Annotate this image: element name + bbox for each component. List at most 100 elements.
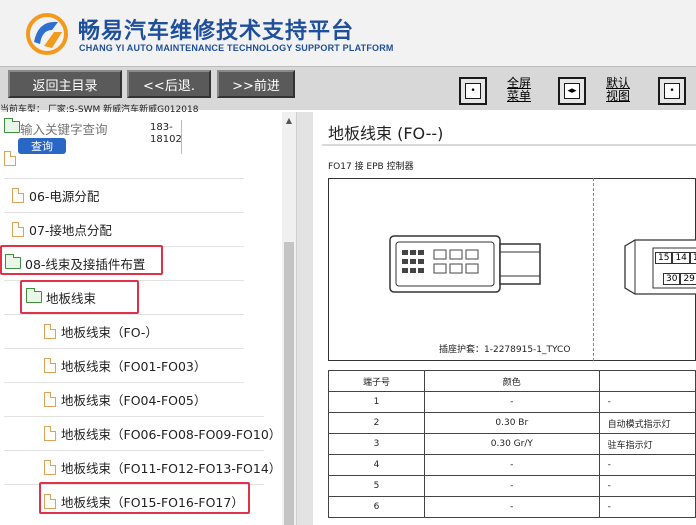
file-icon (44, 425, 56, 441)
table-cell: 2 (328, 412, 425, 434)
table-cell: 4 (328, 454, 425, 476)
file-icon (4, 150, 16, 166)
pin-number-row-bottom: 30 29 (663, 272, 696, 286)
tree-item-fo04-fo05[interactable]: 地板线束（FO04-FO05） (44, 384, 206, 414)
table-cell: 驻车指示灯 (598, 433, 696, 455)
file-icon (44, 357, 56, 373)
dot-icon: • (664, 83, 680, 99)
divider (4, 450, 264, 451)
search-code-line-2: 18102 (150, 134, 182, 145)
pin-number-row-top: 151413 (655, 251, 696, 265)
table-cell: - (423, 391, 600, 413)
search-code-line-1: 183- (150, 122, 173, 133)
highlight-box (0, 245, 163, 275)
expand-panel-button[interactable]: • (658, 77, 686, 105)
tree-item-ground-distribution[interactable]: 07-接地点分配 (12, 214, 112, 244)
header-banner: 畅易汽车维修技术支持平台 CHANG YI AUTO MAINTENANCE T… (0, 0, 696, 66)
tree-item-label: 07-接地点分配 (29, 222, 112, 238)
table-cell: 自动模式指示灯 (598, 412, 696, 434)
scroll-up-icon[interactable]: ▲ (283, 114, 295, 126)
divider (322, 144, 696, 146)
pin-number: 15 (655, 252, 673, 264)
tree-item-label: 地板线束（FO-） (61, 324, 158, 340)
fullscreen-menu-link[interactable]: 全屏 菜单 (507, 77, 531, 103)
tree-item-fo01-fo03[interactable]: 地板线束（FO01-FO03） (44, 350, 206, 380)
highlight-box (39, 482, 250, 514)
divider (4, 416, 264, 417)
pin-table: 端子号 颜色 1 - - 2 0.30 Br 自动模式指示灯 3 0.30 Gr… (328, 370, 696, 518)
table-row: 2 0.30 Br 自动模式指示灯 (328, 412, 696, 434)
connector-front-drawing (624, 239, 696, 295)
tree-item-label: 06-电源分配 (29, 188, 100, 204)
table-row: 1 - - (328, 391, 696, 413)
document-title: 地板线束 (FO--) (328, 124, 444, 143)
tree-item-label: 地板线束（FO06-FO08-FO09-FO10） (61, 426, 282, 442)
pin-number: 30 (663, 273, 681, 285)
table-cell: - (423, 454, 600, 476)
table-cell: - (598, 391, 696, 413)
tree-item-fo06-fo10[interactable]: 地板线束（FO06-FO08-FO09-FO10） (44, 418, 281, 448)
pin-number: 13 (689, 252, 696, 264)
file-icon (44, 323, 56, 339)
tree-item-label: 地板线束（FO11-FO12-FO13-FO14） (61, 460, 282, 476)
pin-number: 14 (672, 252, 690, 264)
split-arrows-icon: ◂▸ (564, 83, 580, 99)
brand-logo-icon (26, 13, 68, 55)
divider (593, 178, 594, 361)
folder-icon (4, 118, 20, 135)
table-row: 4 - - (328, 454, 696, 476)
file-icon (44, 391, 56, 407)
pin-number: 29 (680, 273, 696, 285)
table-cell: 6 (328, 496, 425, 518)
scroll-thumb[interactable] (284, 242, 294, 525)
table-cell: 0.30 Gr/Y (423, 433, 600, 455)
default-view-link[interactable]: 默认 视图 (606, 77, 630, 103)
tree-item-fo11-fo14[interactable]: 地板线束（FO11-FO12-FO13-FO14） (44, 452, 281, 482)
tree-item-label: 地板线束（FO01-FO03） (61, 358, 207, 374)
divider (4, 348, 244, 349)
connector-drawing (389, 235, 541, 293)
directory-scrollbar[interactable]: ▲ (282, 112, 296, 525)
table-row: 3 0.30 Gr/Y 驻车指示灯 (328, 433, 696, 455)
divider (4, 178, 244, 179)
file-icon (12, 221, 24, 237)
table-cell: 5 (328, 475, 425, 497)
divider (4, 382, 244, 383)
back-home-button[interactable]: 返回主目录 (8, 70, 122, 98)
table-cell: - (598, 475, 696, 497)
search-code: 183- 18102 (150, 122, 182, 146)
table-cell: 0.30 Br (423, 412, 600, 434)
tree-item-label: 地板线束（FO04-FO05） (61, 392, 207, 408)
table-row: 6 - - (328, 496, 696, 518)
panel-splitter[interactable] (296, 112, 313, 525)
column-header: 端子号 (328, 370, 425, 392)
split-view-button[interactable]: ◂▸ (558, 77, 586, 105)
back-button[interactable]: <<后退. (127, 70, 211, 98)
divider (4, 212, 244, 213)
tree-item-fo[interactable]: 地板线束（FO-） (44, 316, 158, 346)
table-cell: - (598, 454, 696, 476)
file-icon (12, 187, 24, 203)
brand-title-cn: 畅易汽车维修技术支持平台 (78, 19, 355, 44)
search-input[interactable] (20, 120, 160, 138)
table-cell: - (423, 475, 600, 497)
divider (4, 314, 244, 315)
connector-label: FO17 接 EPB 控制器 (328, 162, 414, 172)
app-window: 畅易汽车维修技术支持平台 CHANG YI AUTO MAINTENANCE T… (0, 0, 696, 525)
tree-item-power-distribution[interactable]: 06-电源分配 (12, 180, 99, 210)
table-cell: - (598, 496, 696, 518)
forward-button[interactable]: >>前进 (217, 70, 295, 98)
fullscreen-label-2: 菜单 (507, 89, 532, 103)
connector-part-number: 插座护套：1-2278915-1_TYCO (439, 345, 571, 355)
collapse-panel-button[interactable]: • (459, 77, 487, 105)
dot-icon: • (465, 83, 481, 99)
table-cell: - (423, 496, 600, 518)
search-button[interactable]: 查询 (18, 138, 66, 154)
default-view-label-2: 视图 (606, 89, 631, 103)
file-icon (44, 459, 56, 475)
highlight-box (20, 280, 139, 314)
brand-title-en: CHANG YI AUTO MAINTENANCE TECHNOLOGY SUP… (79, 43, 394, 53)
table-header-row: 端子号 颜色 (328, 370, 696, 392)
table-row: 5 - - (328, 475, 696, 497)
table-cell: 3 (328, 433, 425, 455)
